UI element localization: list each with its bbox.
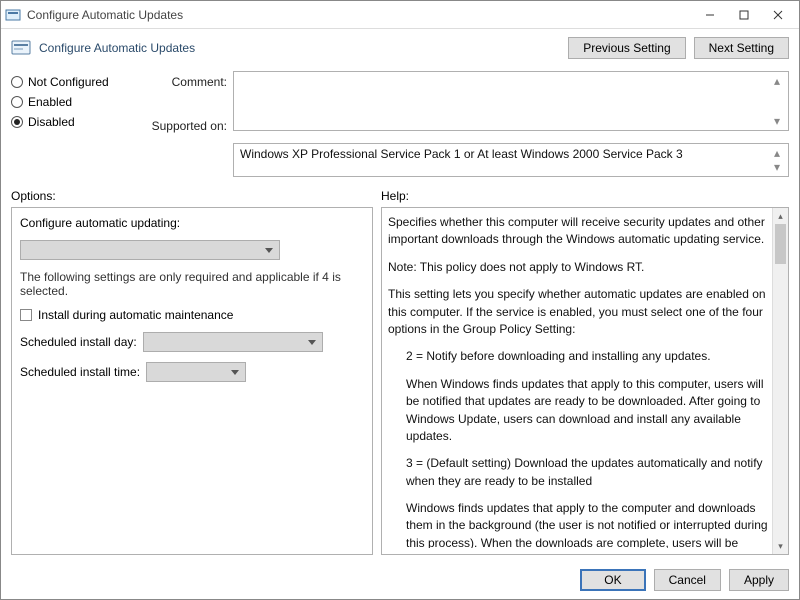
app-icon (5, 7, 21, 23)
supported-label: Supported on: (137, 119, 227, 133)
chevron-up-icon[interactable]: ▴ (774, 74, 786, 88)
config-area: Not Configured Enabled Disabled Comment:… (1, 67, 799, 185)
help-p: This setting lets you specify whether au… (388, 286, 770, 338)
chevron-up-icon[interactable]: ▴ (774, 146, 786, 160)
chevron-down-icon[interactable]: ▾ (774, 160, 786, 174)
dialog-window: Configure Automatic Updates Configure Au… (0, 0, 800, 600)
install-maintenance-row[interactable]: Install during automatic maintenance (20, 308, 364, 322)
field-labels: Comment: Supported on: (137, 71, 227, 177)
header: Configure Automatic Updates Previous Set… (1, 29, 799, 67)
help-p: 3 = (Default setting) Download the updat… (388, 455, 770, 490)
close-button[interactable] (761, 3, 795, 27)
scroll-arrows: ▴▾ (774, 74, 786, 128)
options-note: The following settings are only required… (20, 270, 364, 298)
help-p: 2 = Notify before downloading and instal… (388, 348, 770, 365)
options-label: Options: (11, 189, 381, 203)
lower-panels: Configure automatic updating: The follow… (1, 207, 799, 561)
help-p: Windows finds updates that apply to the … (388, 500, 770, 548)
comment-textbox[interactable]: ▴▾ (233, 71, 789, 131)
next-setting-button[interactable]: Next Setting (694, 37, 789, 59)
supported-textbox: Windows XP Professional Service Pack 1 o… (233, 143, 789, 177)
policy-icon (11, 38, 31, 58)
chevron-up-icon[interactable]: ▴ (773, 208, 788, 224)
window-title: Configure Automatic Updates (27, 8, 693, 22)
header-title: Configure Automatic Updates (39, 41, 195, 55)
help-scrollbar[interactable]: ▴ ▾ (772, 208, 788, 554)
configure-updating-label: Configure automatic updating: (20, 216, 364, 230)
nav-buttons: Previous Setting Next Setting (568, 37, 789, 59)
options-panel: Configure automatic updating: The follow… (11, 207, 373, 555)
help-panel: Specifies whether this computer will rec… (381, 207, 789, 555)
scheduled-day-dropdown[interactable] (143, 332, 323, 352)
maximize-button[interactable] (727, 3, 761, 27)
chevron-down-icon[interactable]: ▾ (774, 114, 786, 128)
radio-icon (11, 116, 23, 128)
apply-button[interactable]: Apply (729, 569, 789, 591)
radio-not-configured[interactable]: Not Configured (11, 75, 131, 89)
previous-setting-button[interactable]: Previous Setting (568, 37, 685, 59)
scroll-thumb[interactable] (775, 224, 786, 264)
state-radios: Not Configured Enabled Disabled (11, 71, 131, 177)
titlebar: Configure Automatic Updates (1, 1, 799, 29)
radio-icon (11, 76, 23, 88)
help-label: Help: (381, 189, 409, 203)
comment-label: Comment: (137, 75, 227, 89)
radio-label: Disabled (28, 115, 75, 129)
radio-enabled[interactable]: Enabled (11, 95, 131, 109)
scheduled-time-dropdown[interactable] (146, 362, 246, 382)
help-text: Specifies whether this computer will rec… (388, 214, 770, 548)
configure-updating-dropdown[interactable] (20, 240, 280, 260)
footer: OK Cancel Apply (1, 561, 799, 599)
checkbox-icon (20, 309, 32, 321)
chevron-down-icon[interactable]: ▾ (773, 538, 788, 554)
cancel-button[interactable]: Cancel (654, 569, 721, 591)
scroll-arrows: ▴▾ (774, 146, 786, 174)
scheduled-time-row: Scheduled install time: (20, 362, 364, 382)
help-p: Specifies whether this computer will rec… (388, 214, 770, 249)
radio-label: Not Configured (28, 75, 109, 89)
help-p: Note: This policy does not apply to Wind… (388, 259, 770, 276)
install-maintenance-label: Install during automatic maintenance (38, 308, 233, 322)
supported-text: Windows XP Professional Service Pack 1 o… (240, 147, 683, 161)
scheduled-day-row: Scheduled install day: (20, 332, 364, 352)
scheduled-day-label: Scheduled install day: (20, 335, 137, 349)
radio-label: Enabled (28, 95, 72, 109)
minimize-button[interactable] (693, 3, 727, 27)
scheduled-time-label: Scheduled install time: (20, 365, 140, 379)
ok-button[interactable]: OK (580, 569, 645, 591)
radio-disabled[interactable]: Disabled (11, 115, 131, 129)
section-labels: Options: Help: (1, 185, 799, 207)
field-inputs: ▴▾ Windows XP Professional Service Pack … (233, 71, 789, 177)
radio-icon (11, 96, 23, 108)
help-p: When Windows finds updates that apply to… (388, 376, 770, 446)
